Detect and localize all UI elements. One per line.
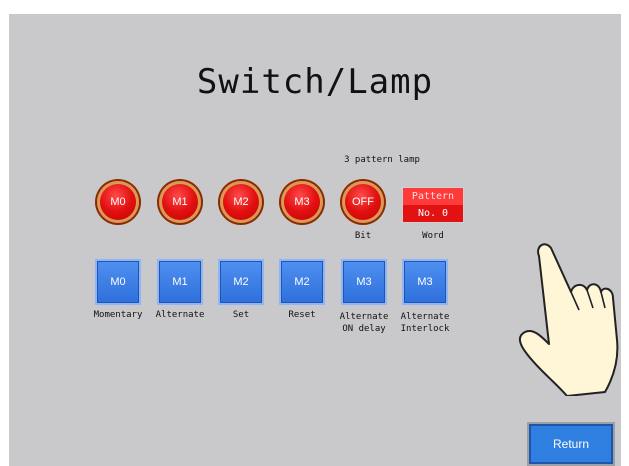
switch-caption-line2: Interlock <box>400 324 450 334</box>
pattern-line2: No. 0 <box>403 205 463 222</box>
switch-alternate-on-delay-m3[interactable]: M3 <box>341 259 387 305</box>
lamp-label: M1 <box>172 196 188 208</box>
word-caption: Word <box>422 231 444 241</box>
switch-label: M2 <box>294 276 310 288</box>
bit-caption: Bit <box>354 231 372 241</box>
switch-alternate-m1[interactable]: M1 <box>157 259 203 305</box>
switch-caption-line2: ON delay <box>342 324 386 334</box>
pattern-lamp-caption: 3 pattern lamp <box>344 155 420 165</box>
lamp-label: M3 <box>294 196 310 208</box>
switch-momentary-m0[interactable]: M0 <box>95 259 141 305</box>
switch-caption: Alternate <box>155 310 205 320</box>
return-label: Return <box>552 437 590 451</box>
switch-caption: Alternate <box>400 312 450 322</box>
switch-alternate-interlock-m3[interactable]: M3 <box>402 259 448 305</box>
switch-caption: Momentary <box>93 310 143 320</box>
pointing-hand-icon <box>519 243 619 396</box>
bit-lamp: OFF <box>342 181 384 223</box>
switch-caption: Alternate <box>339 312 389 322</box>
lamp-m2: M2 <box>220 181 262 223</box>
lamp-m1: M1 <box>159 181 201 223</box>
switch-label: M1 <box>172 276 188 288</box>
lamp-label: OFF <box>352 196 374 208</box>
lamp-label: M0 <box>110 196 126 208</box>
switch-caption: Set <box>232 310 250 320</box>
switch-set-m2[interactable]: M2 <box>218 259 264 305</box>
lamp-m0: M0 <box>97 181 139 223</box>
switch-reset-m2[interactable]: M2 <box>279 259 325 305</box>
switch-label: M2 <box>233 276 249 288</box>
switch-label: M0 <box>110 276 126 288</box>
lamp-m3: M3 <box>281 181 323 223</box>
switch-caption: Reset <box>288 310 316 320</box>
lamp-label: M2 <box>233 196 249 208</box>
pattern-line1: Pattern <box>403 188 463 205</box>
word-pattern-lamp: Pattern No. 0 <box>402 187 464 223</box>
switch-label: M3 <box>417 276 433 288</box>
return-button[interactable]: Return <box>527 422 615 466</box>
hmi-screen: Switch/Lamp 3 pattern lamp M0 M1 M2 M3 O… <box>9 14 621 466</box>
page-title: Switch/Lamp <box>196 62 434 102</box>
switch-label: M3 <box>356 276 372 288</box>
